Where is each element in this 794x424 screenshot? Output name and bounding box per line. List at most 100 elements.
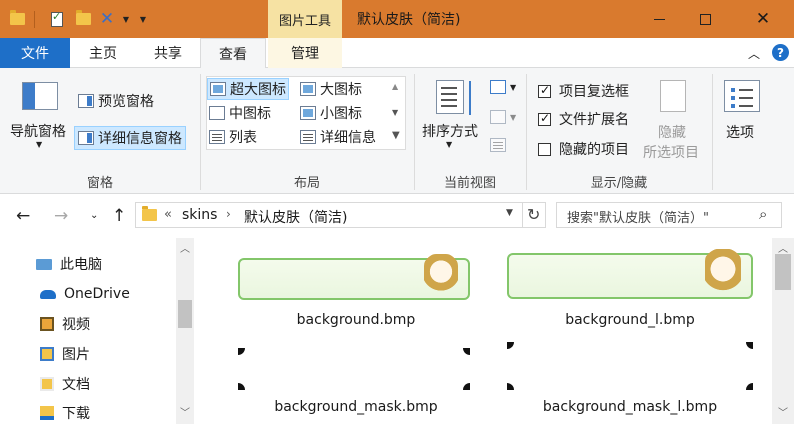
mask-corner [238, 383, 245, 390]
maximize-button[interactable] [680, 0, 730, 38]
file-extensions-toggle[interactable]: 文件扩展名 [538, 109, 629, 129]
scrollbar-thumb[interactable] [775, 254, 791, 290]
layout-item-extra-large-icons[interactable]: 超大图标 [207, 78, 289, 100]
layout-item-large-icons[interactable]: 大图标 [300, 78, 362, 100]
layout-item-small-icons[interactable]: 小图标 [300, 102, 362, 124]
chevron-down-icon: ▼ [510, 112, 517, 122]
nav-pane-scrollbar[interactable]: ︿ ﹀ [176, 238, 194, 424]
gallery-scroll-down-icon[interactable]: ▼ [392, 108, 398, 117]
nav-item-downloads[interactable]: 下载 [40, 402, 90, 424]
nav-item-videos[interactable]: 视频 [40, 313, 90, 335]
mask-corner [238, 348, 245, 355]
item-checkboxes-toggle[interactable]: 项目复选框 [538, 81, 629, 101]
scroll-down-icon[interactable]: ﹀ [180, 404, 190, 419]
nav-item-onedrive[interactable]: OneDrive [40, 283, 130, 305]
layout-item-label: 小图标 [320, 106, 362, 122]
search-icon[interactable]: ⌕ [759, 205, 767, 223]
group-label-layout: 布局 [293, 176, 320, 191]
overflow-chevron[interactable]: « [164, 207, 172, 222]
search-box[interactable]: 搜索"默认皮肤（简洁）" ⌕ [556, 202, 782, 228]
properties-icon[interactable] [48, 9, 66, 29]
file-name[interactable]: background_mask.bmp [236, 399, 476, 415]
details-pane-icon [78, 131, 94, 145]
recent-locations-button[interactable]: ⌄ [90, 210, 98, 221]
chevron-down-icon[interactable]: ▼ [446, 140, 452, 149]
refresh-icon[interactable]: ↻ [527, 205, 540, 224]
mask-corner [463, 348, 470, 355]
nav-item-pictures[interactable]: 图片 [40, 343, 90, 365]
chevron-down-icon[interactable]: ▼ [120, 9, 132, 29]
close-button[interactable]: ✕ [738, 0, 788, 38]
back-button[interactable]: ← [16, 206, 30, 226]
mask-corner [507, 383, 514, 390]
hidden-items-checkbox[interactable] [538, 142, 551, 156]
forward-button[interactable]: → [54, 206, 68, 226]
nav-item-documents[interactable]: 文档 [40, 373, 90, 395]
breadcrumb-separator-icon[interactable]: › [226, 207, 231, 221]
help-icon[interactable]: ? [772, 44, 789, 61]
size-columns-button[interactable] [490, 138, 510, 152]
hidden-items-toggle[interactable]: 隐藏的项目 [538, 139, 629, 159]
layout-item-label: 超大图标 [230, 82, 286, 98]
new-folder-icon[interactable] [74, 9, 92, 29]
tab-share[interactable]: 共享 [136, 38, 200, 68]
tab-file[interactable]: 文件 [0, 38, 70, 68]
sort-by-label: 排序方式 [422, 124, 478, 140]
file-extensions-checkbox[interactable] [538, 111, 551, 126]
layout-item-details[interactable]: 详细信息 [300, 126, 376, 148]
cloud-icon [40, 289, 56, 299]
extra-large-icons-icon [210, 82, 226, 96]
file-name[interactable]: background_l.bmp [505, 312, 755, 328]
file-thumbnail[interactable] [507, 342, 753, 390]
group-by-button[interactable]: ▼ [490, 80, 516, 94]
customize-quick-access-icon[interactable]: ▼ [136, 9, 150, 29]
content-scrollbar[interactable]: ︿ ﹀ [772, 238, 794, 424]
chevron-down-icon[interactable]: ▼ [36, 140, 42, 149]
file-name[interactable]: background.bmp [236, 312, 476, 328]
layout-item-medium-icons[interactable]: 中图标 [209, 102, 271, 124]
close-icon: ✕ [755, 8, 771, 29]
hide-selected-line1[interactable]: 隐藏 [658, 122, 686, 142]
tab-view[interactable]: 查看 [200, 38, 266, 69]
minimize-button[interactable] [634, 0, 684, 38]
scroll-down-icon[interactable]: ﹀ [778, 404, 788, 419]
address-bar[interactable]: « skins › 默认皮肤（简洁) ▼ ↻ [135, 202, 546, 228]
nav-item-this-pc[interactable]: 此电脑 [36, 253, 102, 275]
add-columns-button[interactable]: ▼ [490, 110, 516, 124]
picture-icon [40, 347, 54, 361]
tab-home-label: 主页 [89, 46, 117, 62]
scroll-up-icon[interactable]: ︿ [180, 240, 190, 255]
gallery-scroll-up-icon[interactable]: ▲ [392, 82, 398, 91]
item-checkboxes-checkbox[interactable] [538, 83, 551, 98]
tab-manage[interactable]: 管理 [268, 38, 342, 68]
item-checkboxes-label: 项目复选框 [559, 84, 629, 100]
nav-item-label: 此电脑 [60, 257, 102, 273]
hide-selected-line2[interactable]: 所选项目 [643, 142, 699, 162]
tab-home[interactable]: 主页 [70, 38, 136, 68]
sort-by-button[interactable]: 排序方式 [422, 121, 478, 141]
breadcrumb-segment[interactable]: 默认皮肤（简洁) [244, 207, 347, 227]
large-icons-icon [300, 82, 316, 96]
up-button[interactable]: ↑ [112, 206, 126, 226]
file-thumbnail[interactable] [238, 348, 470, 390]
layout-item-list[interactable]: 列表 [209, 126, 257, 148]
gallery-more-icon[interactable]: ▼ [392, 130, 400, 141]
file-name[interactable]: background_mask_l.bmp [505, 399, 755, 415]
address-dropdown-icon[interactable]: ▼ [506, 208, 513, 218]
details-pane-button[interactable]: 详细信息窗格 [74, 126, 186, 150]
options-button[interactable]: 选项 [726, 122, 754, 142]
breadcrumb-segment[interactable]: skins [182, 207, 217, 223]
collapse-ribbon-icon[interactable]: ︿ [748, 45, 760, 62]
file-thumbnail[interactable] [238, 254, 470, 300]
download-icon [40, 406, 54, 420]
details-icon [300, 130, 316, 144]
size-columns-icon [490, 138, 506, 152]
delete-icon[interactable]: ✕ [98, 9, 116, 29]
preview-pane-button[interactable]: 预览窗格 [76, 90, 156, 112]
maximize-icon [699, 13, 711, 25]
preview-pane-icon [78, 94, 94, 108]
scroll-up-icon[interactable]: ︿ [778, 240, 788, 255]
navigation-pane-button[interactable]: 导航窗格 [10, 121, 66, 141]
file-thumbnail[interactable] [507, 249, 753, 299]
scrollbar-thumb[interactable] [178, 300, 192, 328]
